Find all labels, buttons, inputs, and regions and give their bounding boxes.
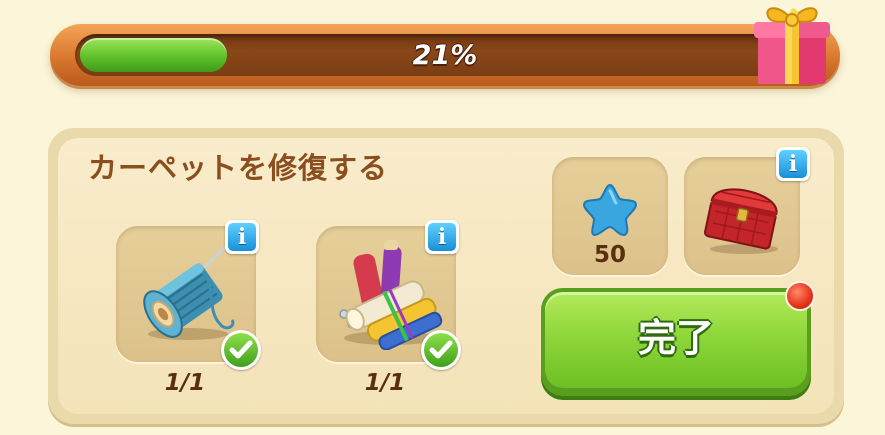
red-chest-icon <box>704 188 778 254</box>
thread-spool-icon <box>143 246 235 340</box>
complete-button-label: 完了 <box>637 316 714 360</box>
info-icon: i <box>788 151 798 177</box>
reward-slot-stars: 50 <box>552 157 668 275</box>
blue-star-icon <box>582 183 638 237</box>
info-button-chest[interactable]: i <box>776 147 810 181</box>
info-button-thread[interactable]: i <box>225 220 259 254</box>
task-title: カーペットを修復する <box>88 151 389 185</box>
gift-box-icon[interactable] <box>752 0 832 86</box>
star-reward-count: 50 <box>593 242 626 268</box>
info-button-fabric[interactable]: i <box>425 220 459 254</box>
check-badge-fabric <box>421 330 461 370</box>
complete-button[interactable]: 完了 <box>541 288 811 396</box>
notification-dot <box>785 281 815 311</box>
info-icon: i <box>437 224 447 250</box>
check-badge-thread <box>221 330 261 370</box>
progress-percent-label: 21% <box>412 40 478 71</box>
info-icon: i <box>237 224 247 250</box>
checkmark-icon <box>429 340 453 359</box>
ingredient-count-thread: 1/1 <box>164 370 206 396</box>
ingredient-count-fabric: 1/1 <box>364 370 406 396</box>
checkmark-icon <box>229 340 253 359</box>
